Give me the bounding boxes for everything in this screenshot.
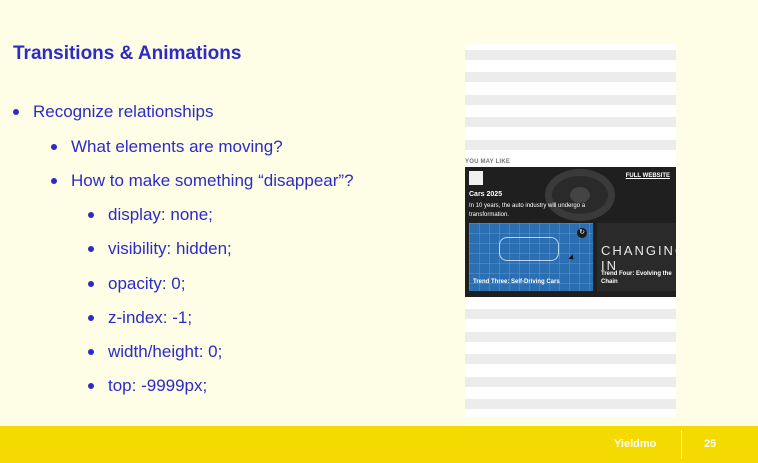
bullet-dot-icon	[13, 109, 19, 115]
placeholder-line	[465, 309, 676, 319]
bullet-dot-icon	[88, 246, 94, 252]
placeholder-line	[465, 399, 676, 409]
bullet-text: width/height: 0;	[108, 342, 223, 361]
phone-mockup: YOU MAY LIKE FULL WEBSITE Cars 2025 In 1…	[465, 44, 676, 417]
placeholder-line	[465, 354, 676, 364]
slide-title: Transitions & Animations	[13, 43, 242, 64]
bullet-text: opacity: 0;	[108, 274, 186, 293]
bullet-item: top: -9999px;	[88, 376, 207, 396]
bullet-dot-icon	[51, 144, 57, 150]
bullet-dot-icon	[88, 383, 94, 389]
bullet-dot-icon	[51, 178, 57, 184]
footer-divider	[681, 430, 682, 459]
bullet-item: Recognize relationships	[13, 102, 214, 122]
bullet-item: width/height: 0;	[88, 342, 222, 362]
steering-wheel-hub	[570, 187, 590, 203]
car-blueprint-icon	[499, 237, 559, 261]
bullet-text: top: -9999px;	[108, 376, 208, 395]
ad-description: In 10 years, the auto industry will unde…	[469, 203, 586, 218]
ad-unit[interactable]: FULL WEBSITE Cars 2025 In 10 years, the …	[465, 167, 676, 297]
bullet-item: What elements are moving?	[51, 137, 283, 157]
ad-title: Cars 2025	[469, 191, 503, 198]
bullet-text: Recognize relationships	[33, 102, 214, 121]
card-caption: Trend Four: Evolving the Chain	[601, 271, 672, 285]
bullet-dot-icon	[88, 281, 94, 287]
bullet-item: opacity: 0;	[88, 274, 186, 294]
ad-logo	[469, 171, 483, 185]
placeholder-line	[465, 50, 676, 60]
bullet-item: visibility: hidden;	[88, 239, 232, 259]
bullet-text: visibility: hidden;	[108, 239, 232, 258]
bullet-text: How to make something “disappear”?	[71, 171, 354, 190]
placeholder-line	[465, 377, 676, 387]
placeholder-line	[465, 117, 676, 127]
bullet-dot-icon	[88, 315, 94, 321]
ad-card-evolving-chain[interactable]: CHANGING IN Trend Four: Evolving the Cha…	[597, 223, 676, 291]
refresh-icon[interactable]: ↻	[577, 228, 587, 238]
section-label: YOU MAY LIKE	[465, 159, 511, 165]
bullet-text: z-index: -1;	[108, 308, 193, 327]
placeholder-line	[465, 140, 676, 150]
bullet-text: display: none;	[108, 205, 213, 224]
bullet-text: What elements are moving?	[71, 137, 283, 156]
placeholder-line	[465, 95, 676, 105]
placeholder-line	[465, 332, 676, 342]
footer-brand: Yieldmo	[614, 438, 657, 450]
bullet-dot-icon	[88, 349, 94, 355]
bullet-item: display: none;	[88, 205, 213, 225]
card-headline: CHANGING IN	[601, 243, 676, 273]
bullet-item: How to make something “disappear”?	[51, 171, 354, 191]
bullet-dot-icon	[88, 212, 94, 218]
card-caption: Trend Three: Self-Driving Cars	[473, 279, 560, 285]
placeholder-line	[465, 72, 676, 82]
page-number: 25	[704, 438, 717, 450]
footer-bar: Yieldmo 25	[0, 426, 758, 463]
bullet-item: z-index: -1;	[88, 308, 192, 328]
full-website-link[interactable]: FULL WEBSITE	[626, 173, 670, 179]
